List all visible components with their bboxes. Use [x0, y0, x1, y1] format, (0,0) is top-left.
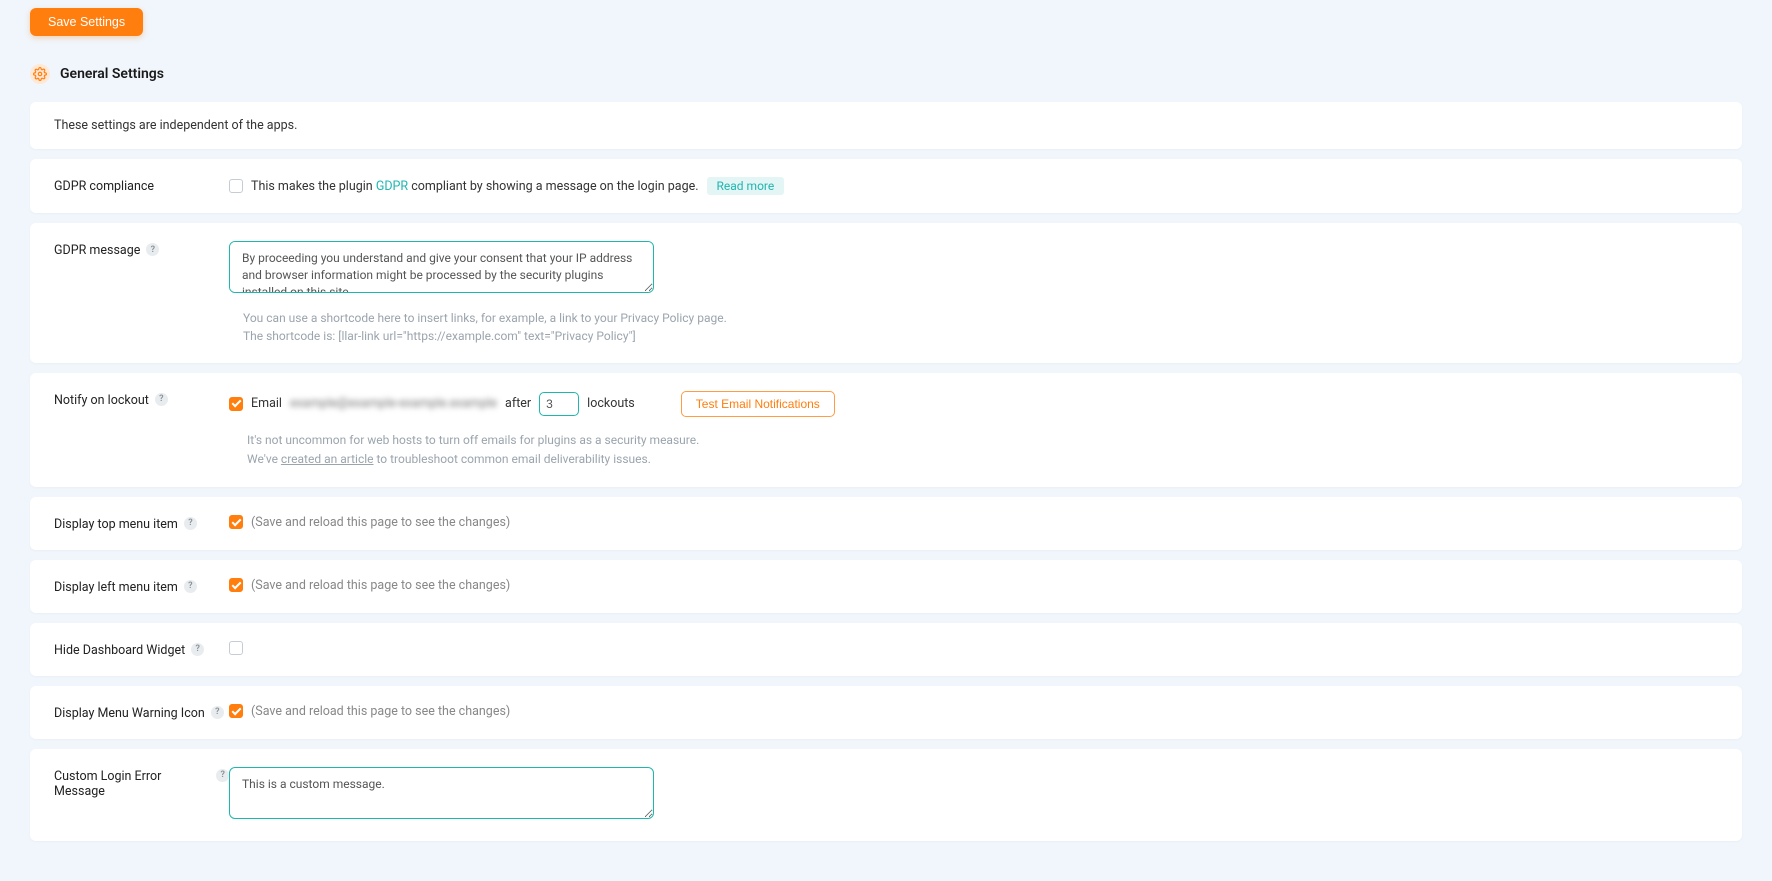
notify-info-line1: It's not uncommon for web hosts to turn …: [247, 431, 1718, 450]
save-settings-button[interactable]: Save Settings: [30, 8, 143, 36]
description-card: These settings are independent of the ap…: [30, 102, 1742, 149]
display-left-checkbox[interactable]: [229, 578, 243, 592]
help-icon[interactable]: ?: [146, 243, 159, 256]
custom-login-label: Custom Login Error Message: [54, 769, 210, 799]
section-header: General Settings: [30, 64, 1742, 84]
hide-widget-label: Hide Dashboard Widget: [54, 643, 185, 658]
notify-after-word: after: [505, 396, 531, 411]
section-title: General Settings: [60, 66, 164, 82]
display-warning-note: (Save and reload this page to see the ch…: [251, 704, 510, 719]
hide-widget-checkbox[interactable]: [229, 641, 243, 655]
display-warning-checkbox[interactable]: [229, 704, 243, 718]
gear-icon: [30, 64, 50, 84]
notify-lockouts-word: lockouts: [587, 396, 635, 411]
notify-info-line2: We've created an article to troubleshoot…: [247, 450, 1718, 469]
gdpr-help-line1: You can use a shortcode here to insert l…: [243, 309, 1718, 327]
gdpr-compliance-label: GDPR compliance: [54, 179, 154, 194]
display-top-checkbox[interactable]: [229, 515, 243, 529]
notify-email-checkbox[interactable]: [229, 397, 243, 411]
display-warning-row: Display Menu Warning Icon ? (Save and re…: [30, 686, 1742, 739]
help-icon[interactable]: ?: [155, 393, 168, 406]
test-email-button[interactable]: Test Email Notifications: [681, 391, 835, 417]
display-left-note: (Save and reload this page to see the ch…: [251, 578, 510, 593]
gdpr-link[interactable]: GDPR: [376, 179, 408, 194]
display-warning-label: Display Menu Warning Icon: [54, 706, 205, 721]
gdpr-compliance-row: GDPR compliance This makes the plugin GD…: [30, 159, 1742, 213]
gdpr-help-line2: The shortcode is: [llar-link url="https:…: [243, 327, 1718, 345]
display-left-row: Display left menu item ? (Save and reloa…: [30, 560, 1742, 613]
created-article-link[interactable]: created an article: [281, 452, 374, 466]
hide-widget-row: Hide Dashboard Widget ?: [30, 623, 1742, 676]
notify-label: Notify on lockout: [54, 393, 149, 408]
custom-login-row: Custom Login Error Message ?: [30, 749, 1742, 841]
help-icon[interactable]: ?: [191, 643, 204, 656]
display-top-label: Display top menu item: [54, 517, 178, 532]
notify-count-input[interactable]: [539, 392, 579, 416]
read-more-button[interactable]: Read more: [707, 177, 785, 195]
gdpr-text: This makes the plugin GDPR compliant by …: [251, 179, 699, 194]
display-left-label: Display left menu item: [54, 580, 178, 595]
help-icon[interactable]: ?: [184, 580, 197, 593]
gdpr-compliance-checkbox[interactable]: [229, 179, 243, 193]
notify-email-word: Email: [251, 396, 282, 411]
display-top-note: (Save and reload this page to see the ch…: [251, 515, 510, 530]
notify-lockout-row: Notify on lockout ? Email example@exampl…: [30, 373, 1742, 487]
help-icon[interactable]: ?: [216, 769, 229, 782]
gdpr-message-label: GDPR message: [54, 243, 140, 258]
custom-login-textarea[interactable]: [229, 767, 654, 819]
help-icon[interactable]: ?: [184, 517, 197, 530]
help-icon[interactable]: ?: [211, 706, 224, 719]
gdpr-message-textarea[interactable]: [229, 241, 654, 293]
gdpr-message-row: GDPR message ? You can use a shortcode h…: [30, 223, 1742, 363]
notify-email-value: example@example-example.example: [290, 396, 497, 411]
display-top-row: Display top menu item ? (Save and reload…: [30, 497, 1742, 550]
